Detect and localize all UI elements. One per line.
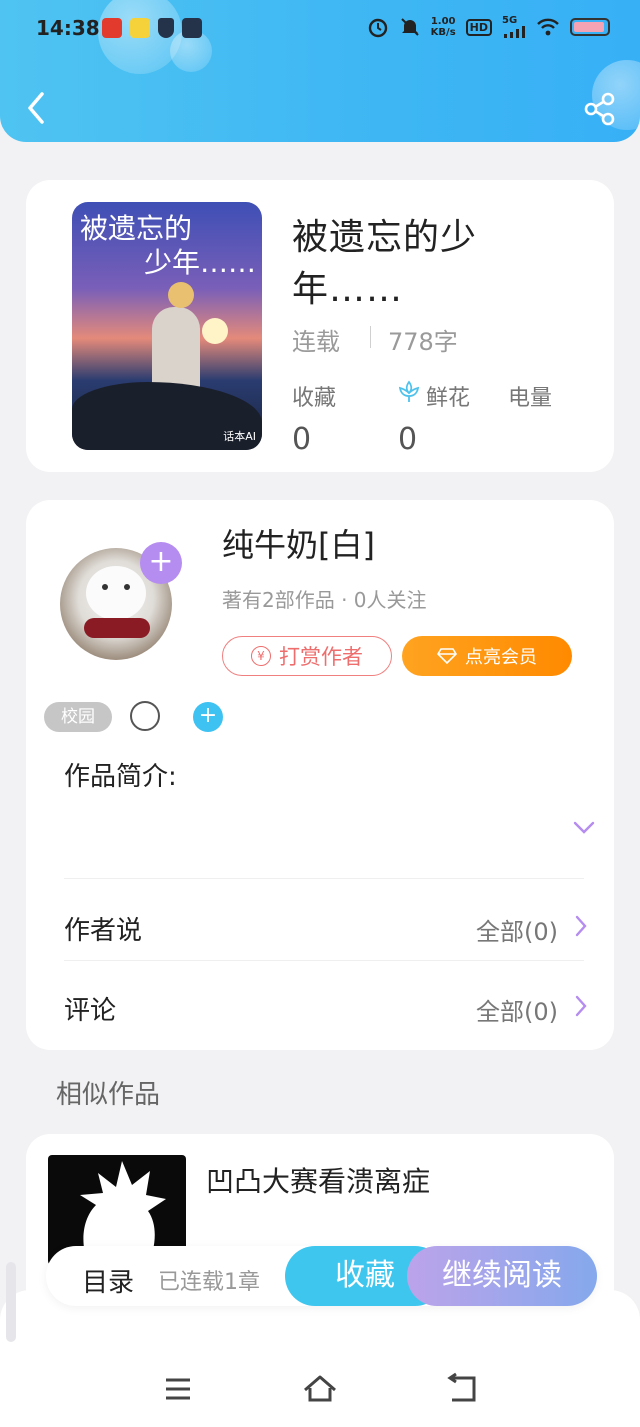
book-title: 被遗忘的少年…… [292,217,478,310]
chevron-down-icon[interactable] [572,820,596,836]
back-nav-icon[interactable] [442,1372,482,1406]
stat-favorites-label: 收藏 [292,386,337,411]
cover-title: 被遗忘的 少年…… [80,212,256,280]
meta-divider [370,326,371,348]
stat-favorites-value: 0 [292,422,312,457]
intro-label: 作品简介: [64,762,177,792]
shield-icon [158,18,174,38]
menu-icon[interactable] [158,1372,198,1406]
coin-icon: ¥ [251,646,271,666]
net-speed: 1.00 KB/s [431,16,456,38]
hd-badge: HD [465,18,492,36]
app-notification-icon [102,18,122,38]
net-speed-value: 1.00 [430,16,456,27]
net-speed-unit: KB/s [430,27,456,38]
status-right: 1.00 KB/s HD 5G [367,16,610,38]
avatar-plush-head [86,566,146,620]
similar-heading: 相似作品 [56,1080,161,1110]
catalog-button[interactable]: 目录 [82,1262,134,1299]
flower-icon [398,380,420,402]
similar-title[interactable]: 凹凸大赛看溃离症 [206,1160,430,1200]
reward-author-button[interactable]: ¥ 打赏作者 [222,636,392,676]
book-word-count: 778字 [388,328,458,356]
avatar-eye [124,584,130,590]
mail-icon [182,18,202,38]
comments-label[interactable]: 评论 [64,990,116,1027]
vip-label: 点亮会员 [465,647,537,668]
continue-reading-button[interactable]: 继续阅读 [407,1246,597,1306]
follow-plus-button[interactable]: + [140,542,182,584]
divider [64,960,584,961]
divider [64,878,584,879]
mute-icon [400,18,419,36]
system-nav-bar [0,1290,640,1427]
chevron-right-icon[interactable] [574,994,588,1018]
edge-handle[interactable] [6,1262,16,1342]
cover-title-line1: 被遗忘的 [80,212,193,245]
reward-author-label: 打赏作者 [279,645,363,669]
cover-watermark: 话本AI [223,430,256,443]
sun-shape [202,318,228,344]
diamond-icon [437,648,457,664]
tag-campus[interactable]: 校园 [44,702,112,732]
alarm-icon [368,18,387,38]
battery-icon [570,18,610,36]
status-time: 14:38 [36,16,100,40]
avatar-scarf [84,618,150,638]
stat-flowers-label: 鲜花 [426,386,471,411]
comments-all[interactable]: 全部(0) [476,992,558,1027]
signal-bars-icon [504,26,525,38]
signal-label: 5G [502,15,518,26]
share-icon[interactable] [583,92,617,126]
add-tag-button[interactable]: + [193,702,223,732]
author-says-label[interactable]: 作者说 [64,910,142,947]
stat-power-label: 电量 [508,386,553,411]
vip-button[interactable]: 点亮会员 [402,636,572,676]
home-icon[interactable] [300,1372,340,1406]
chapters-count: 已连载1章 [158,1270,260,1295]
book-cover[interactable]: 被遗忘的 少年…… 话本AI [72,202,262,450]
author-meta: 著有2部作品 · 0人关注 [222,588,427,612]
avatar-eye [102,584,108,590]
battery-fill [574,22,604,32]
back-arrow-icon[interactable] [22,88,52,128]
app-notification-icon [130,18,150,38]
cover-title-line2: 少年…… [144,246,257,279]
tag-empty-circle[interactable] [130,701,160,731]
chevron-right-icon[interactable] [574,914,588,938]
figure-head-shape [168,282,194,308]
book-status: 连载 [292,328,340,356]
author-name[interactable]: 纯牛奶[白] [222,520,375,566]
wifi-icon [537,18,559,36]
signal-indicator: 5G [502,16,526,38]
author-says-all[interactable]: 全部(0) [476,912,558,947]
stat-flowers-value: 0 [398,422,418,457]
